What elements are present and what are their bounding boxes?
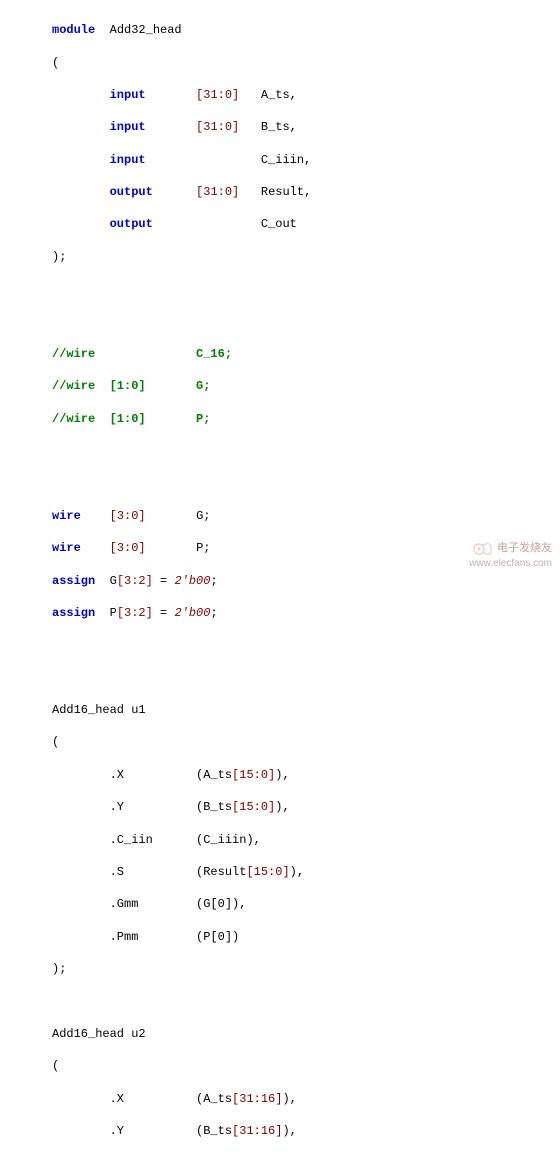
val: ), — [275, 768, 289, 782]
comment: P; — [146, 412, 211, 426]
range: [31:0] — [196, 185, 239, 199]
port-dot: .Y — [110, 800, 124, 814]
val: (P[0]) — [196, 930, 239, 944]
kw-wire: wire — [52, 541, 81, 555]
val: (C_iiin), — [196, 833, 261, 847]
comment: //wire — [52, 379, 110, 393]
sig: P; — [196, 541, 210, 555]
val: ), — [290, 865, 304, 879]
kw-wire: wire — [52, 509, 81, 523]
code-block: module Add32_head ( input [31:0] A_ts, i… — [0, 0, 560, 1152]
port-dot: .Pmm — [110, 930, 139, 944]
instance-head: Add16_head u1 — [52, 702, 554, 718]
range: [3:0] — [110, 541, 146, 555]
val: ), — [282, 1092, 296, 1106]
range: [31:16] — [232, 1124, 282, 1138]
range: [31:16] — [232, 1092, 282, 1106]
range: [3:0] — [110, 509, 146, 523]
val: (G[0]), — [196, 897, 246, 911]
range: [31:0] — [196, 120, 239, 134]
kw-assign: assign — [52, 606, 95, 620]
kw-output: output — [110, 217, 153, 231]
watermark-url: www.elecfans.com — [469, 557, 552, 571]
sig: G; — [196, 509, 210, 523]
port-dot: .Gmm — [110, 897, 139, 911]
val: ), — [282, 1124, 296, 1138]
watermark-brand: 电子发烧友 — [497, 541, 552, 556]
kw-input: input — [110, 88, 146, 102]
open-paren: ( — [52, 1058, 554, 1074]
port: C_iiin, — [261, 153, 311, 167]
kw-input: input — [110, 153, 146, 167]
kw-module: module — [52, 23, 95, 37]
port-dot: .C_iin — [110, 833, 153, 847]
val: ), — [275, 800, 289, 814]
port: A_ts, — [261, 88, 297, 102]
val: (A_ts — [196, 1092, 232, 1106]
val: (A_ts — [196, 768, 232, 782]
port-dot: .Y — [110, 1124, 124, 1138]
comment: //wire — [52, 412, 110, 426]
range: [3:2] — [117, 606, 153, 620]
sig: P — [110, 606, 117, 620]
close-paren: ); — [52, 961, 554, 977]
watermark: 电子发烧友 www.elecfans.com — [469, 541, 552, 571]
val: (B_ts — [196, 1124, 232, 1138]
eq: = — [153, 606, 175, 620]
comment: G; — [146, 379, 211, 393]
range: [15:0] — [246, 865, 289, 879]
logo-icon — [473, 541, 493, 557]
port-dot: .X — [110, 1092, 124, 1106]
kw-input: input — [110, 120, 146, 134]
range: [31:0] — [196, 88, 239, 102]
range: [15:0] — [232, 800, 275, 814]
close-paren: ); — [52, 249, 554, 265]
semi: ; — [210, 606, 217, 620]
range: [15:0] — [232, 768, 275, 782]
literal: 2'b00 — [174, 606, 210, 620]
comment: [1:0] — [110, 379, 146, 393]
port-dot: .S — [110, 865, 124, 879]
comment: [1:0] — [110, 412, 146, 426]
port: C_out — [261, 217, 297, 231]
kw-output: output — [110, 185, 153, 199]
val: (B_ts — [196, 800, 232, 814]
module-name: Add32_head — [110, 23, 182, 37]
port: B_ts, — [261, 120, 297, 134]
comment: //wire C_16; — [52, 347, 232, 361]
val: (Result — [196, 865, 246, 879]
open-paren: ( — [52, 55, 554, 71]
open-paren: ( — [52, 734, 554, 750]
port: Result, — [261, 185, 311, 199]
port-dot: .X — [110, 768, 124, 782]
instance-head: Add16_head u2 — [52, 1026, 554, 1042]
